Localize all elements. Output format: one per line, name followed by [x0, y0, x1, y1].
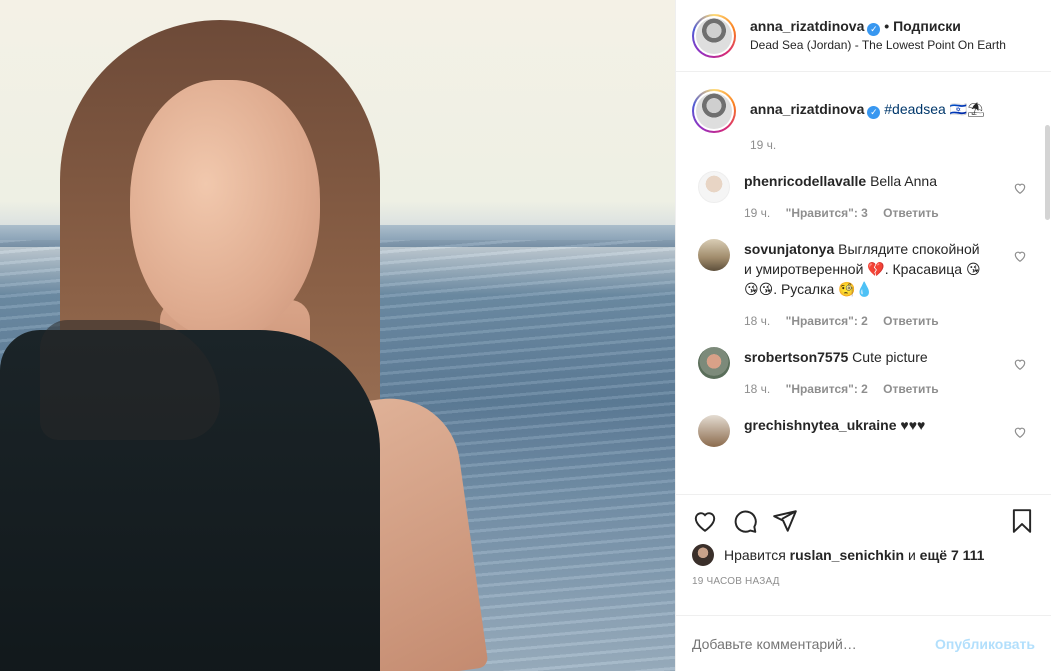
- heart-icon[interactable]: [1013, 357, 1027, 371]
- comment-username[interactable]: grechishnytea_ukraine: [744, 417, 897, 433]
- comments-list[interactable]: anna_rizatdinova ✓ #deadsea 🇮🇱⛱ 19 ч. phe…: [676, 73, 1051, 493]
- liker-avatar[interactable]: [692, 544, 714, 566]
- reply-button[interactable]: Ответить: [883, 314, 938, 328]
- heart-icon[interactable]: [1013, 181, 1027, 195]
- verified-icon: ✓: [867, 23, 881, 36]
- follow-button[interactable]: Подписки: [893, 18, 961, 34]
- comment-text: Bella Anna: [870, 173, 938, 189]
- comment-username[interactable]: srobertson7575: [744, 349, 848, 365]
- heart-icon: [694, 512, 716, 532]
- instagram-post: anna_rizatdinova ✓ • Подписки Dead Sea (J…: [0, 0, 1051, 671]
- share-icon: [773, 510, 797, 532]
- comment-item: srobertson7575 Cute picture 18 ч. "Нрави…: [698, 347, 1035, 399]
- header-separator: •: [884, 18, 890, 34]
- comment-username[interactable]: phenricodellavalle: [744, 173, 866, 189]
- post-photo[interactable]: [0, 0, 675, 671]
- post-location[interactable]: Dead Sea (Jordan) - The Lowest Point On …: [750, 36, 1006, 54]
- comment-button[interactable]: [732, 501, 772, 541]
- publish-button[interactable]: Опубликовать: [935, 636, 1035, 652]
- likes-and: и: [907, 547, 916, 563]
- comment-username[interactable]: sovunjatonya: [744, 241, 834, 257]
- post-caption: anna_rizatdinova ✓ #deadsea 🇮🇱⛱ 19 ч.: [692, 89, 1035, 155]
- share-button[interactable]: [772, 501, 812, 541]
- caption-username[interactable]: anna_rizatdinova: [750, 101, 864, 117]
- author-avatar[interactable]: [692, 13, 736, 58]
- commenter-avatar[interactable]: [698, 415, 730, 447]
- comment-time[interactable]: 18 ч.: [744, 314, 770, 328]
- comment-likes[interactable]: "Нравится": 2: [786, 382, 868, 396]
- like-button[interactable]: [692, 501, 732, 541]
- comment-item: phenricodellavalle Bella Anna 19 ч. "Нра…: [698, 171, 1035, 223]
- comment-time[interactable]: 18 ч.: [744, 382, 770, 396]
- post-sidebar: anna_rizatdinova ✓ • Подписки Dead Sea (J…: [675, 0, 1051, 671]
- comment-item: sovunjatonya Выглядите спокойной и умиро…: [698, 239, 1035, 331]
- comment-input[interactable]: [692, 635, 936, 652]
- heart-icon[interactable]: [1013, 249, 1027, 263]
- post-header: anna_rizatdinova ✓ • Подписки Dead Sea (J…: [676, 0, 1051, 72]
- comment-icon: [734, 510, 757, 533]
- caption-avatar[interactable]: [692, 89, 736, 133]
- commenter-avatar[interactable]: [698, 171, 730, 203]
- comment-text: ♥♥♥: [900, 417, 926, 433]
- comment-likes[interactable]: "Нравится": 2: [786, 314, 868, 328]
- comments-scrollbar[interactable]: [1045, 125, 1050, 220]
- likes-summary: Нравится ruslan_senichkin и ещё 7 111: [692, 543, 1035, 567]
- commenter-avatar[interactable]: [698, 239, 730, 271]
- reply-button[interactable]: Ответить: [883, 206, 938, 220]
- commenter-avatar[interactable]: [698, 347, 730, 379]
- liker-username[interactable]: ruslan_senichkin: [790, 547, 904, 563]
- reply-button[interactable]: Ответить: [883, 382, 938, 396]
- photo-face: [130, 80, 320, 340]
- caption-hashtag[interactable]: #deadsea: [884, 101, 946, 117]
- caption-emoji: 🇮🇱⛱: [945, 101, 985, 117]
- comment-text: Cute picture: [852, 349, 928, 365]
- likes-count[interactable]: ещё 7 111: [920, 547, 985, 563]
- caption-time[interactable]: 19 ч.: [750, 138, 776, 152]
- post-actions: Нравится ruslan_senichkin и ещё 7 111 19…: [676, 494, 1051, 587]
- verified-icon: ✓: [867, 106, 881, 119]
- comment-time[interactable]: 19 ч.: [744, 206, 770, 220]
- comment-item: grechishnytea_ukraine ♥♥♥: [698, 415, 1035, 447]
- heart-icon[interactable]: [1013, 425, 1027, 439]
- save-button[interactable]: [995, 501, 1035, 541]
- comment-likes[interactable]: "Нравится": 3: [786, 206, 868, 220]
- add-comment-bar: Опубликовать: [676, 615, 1051, 671]
- bookmark-icon: [1012, 509, 1032, 533]
- author-username[interactable]: anna_rizatdinova: [750, 18, 864, 34]
- likes-prefix: Нравится: [724, 547, 786, 563]
- header-text: anna_rizatdinova ✓ • Подписки Dead Sea (J…: [750, 17, 1006, 54]
- post-time[interactable]: 19 часов назад: [692, 576, 1035, 587]
